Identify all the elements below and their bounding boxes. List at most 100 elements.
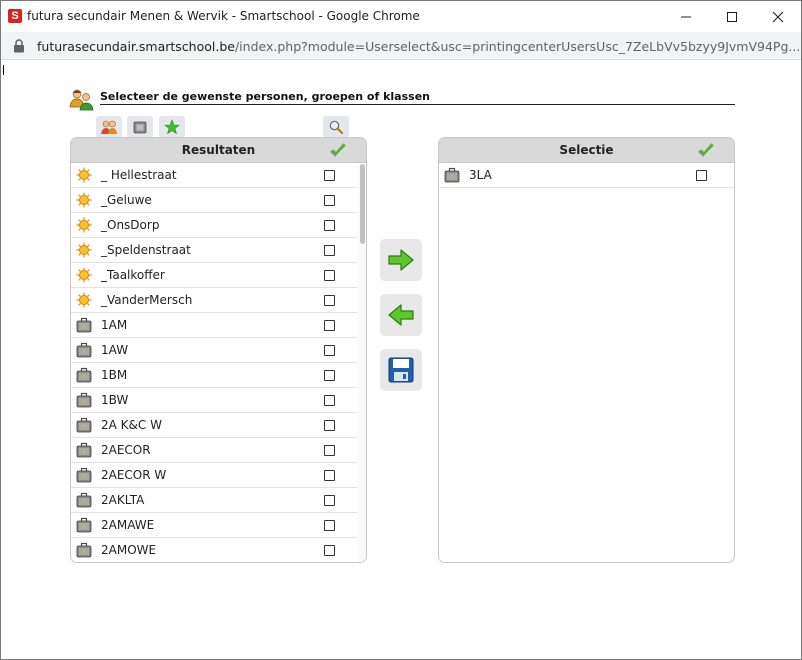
list-item-label: _OnsDorp [101, 218, 160, 232]
list-item[interactable]: 2AKLTA [71, 488, 357, 513]
select-all-check-icon[interactable] [330, 142, 346, 158]
select-all-check-icon[interactable] [698, 142, 714, 158]
list-item[interactable]: 2AMOWE [71, 538, 357, 562]
briefcase-icon [76, 367, 92, 383]
list-item[interactable]: 3LA [439, 163, 734, 188]
list-item[interactable]: _Speldenstraat [71, 238, 357, 263]
list-item-checkbox[interactable] [324, 220, 335, 231]
list-item[interactable]: _Taalkoffer [71, 263, 357, 288]
scrollbar-thumb[interactable] [360, 164, 365, 244]
list-item-checkbox[interactable] [324, 495, 335, 506]
arrow-right-icon [388, 249, 414, 271]
list-item-checkbox[interactable] [324, 345, 335, 356]
url-text[interactable]: futurasecundair.smartschool.be/index.php… [37, 39, 800, 54]
selection-header: Selectie [439, 138, 734, 163]
sun-icon [76, 217, 92, 233]
list-item-label: 1AM [101, 318, 128, 332]
lock-icon [14, 39, 24, 53]
list-item-checkbox[interactable] [324, 420, 335, 431]
list-item-label: 2AECOR [101, 443, 151, 457]
list-item-checkbox[interactable] [324, 545, 335, 556]
list-item-label: 2AMAWE [101, 518, 155, 532]
list-item[interactable]: 1AM [71, 313, 357, 338]
filter-persons-button[interactable] [96, 116, 122, 138]
list-item-label: 2AKLTA [101, 493, 145, 507]
address-bar[interactable]: futurasecundair.smartschool.be/index.php… [1, 32, 801, 60]
header-divider [100, 104, 735, 105]
list-item[interactable]: 2AMAWE [71, 513, 357, 538]
persons-icon [101, 120, 117, 134]
selection-title: Selectie [559, 143, 614, 157]
list-item[interactable]: 1BW [71, 388, 357, 413]
list-item[interactable]: 1BM [71, 363, 357, 388]
list-item-checkbox[interactable] [324, 320, 335, 331]
list-item-label: 2AECOR W [101, 468, 167, 482]
list-item[interactable]: _VanderMersch [71, 288, 357, 313]
filter-groups-button[interactable] [127, 116, 153, 138]
list-item-label: 3LA [469, 168, 492, 182]
close-icon [772, 11, 784, 22]
search-button[interactable] [323, 116, 349, 138]
list-item-checkbox[interactable] [324, 370, 335, 381]
list-item-checkbox[interactable] [324, 195, 335, 206]
list-item-label: _Taalkoffer [101, 268, 165, 282]
list-item-label: _ Hellestraat [101, 168, 177, 182]
save-button[interactable] [380, 349, 422, 391]
sun-icon [76, 192, 92, 208]
list-item[interactable]: _ Hellestraat [71, 163, 357, 188]
close-button[interactable] [755, 1, 801, 32]
list-item[interactable]: 2AECOR W [71, 463, 357, 488]
add-to-selection-button[interactable] [380, 239, 422, 281]
users-group-icon [69, 89, 94, 111]
list-item-label: _Geluwe [101, 193, 152, 207]
list-item-checkbox[interactable] [696, 170, 707, 181]
results-panel: Resultaten _ Hellestraat _Geluwe _OnsDorp _… [70, 137, 367, 563]
list-item-checkbox[interactable] [324, 295, 335, 306]
briefcase-icon [76, 492, 92, 508]
list-item-label: 2AMOWE [101, 543, 157, 557]
list-item-label: 1BM [101, 368, 128, 382]
briefcase-icon [76, 442, 92, 458]
briefcase-icon [444, 167, 460, 183]
list-item[interactable]: 2AECOR [71, 438, 357, 463]
list-item-checkbox[interactable] [324, 245, 335, 256]
star-icon [164, 119, 180, 135]
results-list: _ Hellestraat _Geluwe _OnsDorp _Speldenstra… [71, 163, 366, 562]
list-item-checkbox[interactable] [324, 270, 335, 281]
list-item-checkbox[interactable] [324, 395, 335, 406]
window-title: futura secundair Menen & Wervik - Smarts… [27, 9, 420, 23]
results-title: Resultaten [181, 143, 256, 157]
floppy-disk-icon [388, 357, 414, 383]
window-titlebar: S futura secundair Menen & Wervik - Smar… [1, 1, 801, 32]
maximize-icon [727, 11, 737, 22]
list-item[interactable]: _OnsDorp [71, 213, 357, 238]
arrow-left-icon [388, 304, 414, 326]
selection-panel: Selectie 3LA [438, 137, 735, 563]
minimize-button[interactable] [663, 1, 709, 32]
search-icon [329, 120, 344, 135]
sun-icon [76, 242, 92, 258]
selection-list: 3LA [439, 163, 734, 188]
list-item-checkbox[interactable] [324, 170, 335, 181]
list-item-checkbox[interactable] [324, 445, 335, 456]
briefcase-icon [76, 417, 92, 433]
list-item[interactable]: _Geluwe [71, 188, 357, 213]
briefcase-icon [76, 517, 92, 533]
briefcase-icon [76, 317, 92, 333]
list-item-label: 1BW [101, 393, 129, 407]
text-caret [3, 65, 4, 75]
maximize-button[interactable] [709, 1, 755, 32]
list-item-checkbox[interactable] [324, 520, 335, 531]
remove-from-selection-button[interactable] [380, 294, 422, 336]
sun-icon [76, 167, 92, 183]
list-item[interactable]: 2A K&C W [71, 413, 357, 438]
url-host: futurasecundair.smartschool.be [37, 39, 235, 54]
groups-icon [133, 121, 147, 134]
list-item-checkbox[interactable] [324, 470, 335, 481]
briefcase-icon [76, 392, 92, 408]
results-scrollbar[interactable] [358, 164, 366, 562]
list-item-label: _Speldenstraat [101, 243, 191, 257]
filter-favorites-button[interactable] [159, 116, 185, 138]
list-item[interactable]: 1AW [71, 338, 357, 363]
sun-icon [76, 292, 92, 308]
